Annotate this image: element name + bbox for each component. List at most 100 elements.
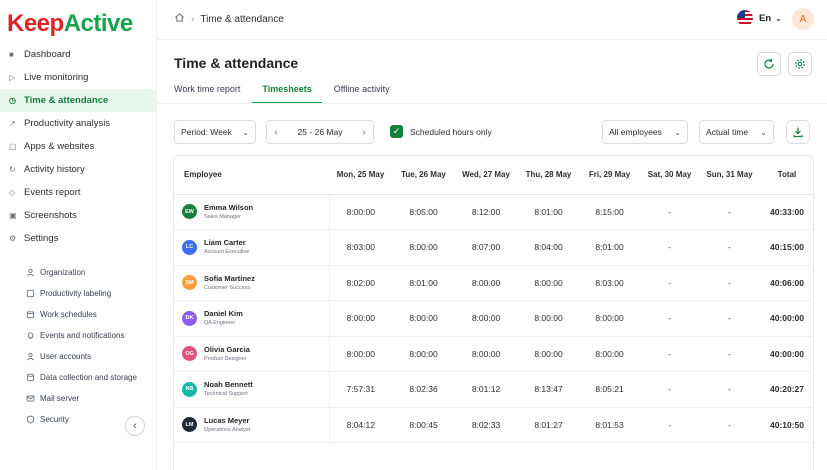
employee-cell: LM Lucas Meyer Operations Analyst [174,407,330,443]
sidebar-item-screenshots[interactable]: ▣ Screenshots [0,204,156,227]
employee-name[interactable]: Liam Carter [204,238,249,248]
settings-item-events-and-notifications[interactable]: Events and notifications [0,325,156,346]
bell-icon [26,331,40,340]
employee-name[interactable]: Noah Bennett [204,380,253,390]
employee-name[interactable]: Olivia Garcia [204,345,250,355]
chevron-down-icon: ⌄ [674,127,681,137]
user-avatar[interactable]: A [792,8,814,30]
tab-timesheets[interactable]: Timesheets [252,79,322,104]
sidebar-item-label: Apps & websites [24,141,95,152]
settings-item-mail-server[interactable]: Mail server [0,388,156,409]
sidebar-item-label: Productivity analysis [24,118,111,129]
employee-text: Noah Bennett Technical Support [204,380,253,398]
total-cell: 40:20:27 [759,371,813,408]
time-cell: 8:00:00 [392,336,455,372]
chevron-down-icon: ⌄ [775,13,782,23]
settings-item-productivity-labeling[interactable]: Productivity labeling [0,283,156,304]
next-range-button[interactable]: › [355,127,373,138]
refresh-button[interactable] [757,52,781,76]
sidebar-item-label: Dashboard [24,49,71,60]
time-cell: 8:01:00 [580,229,639,266]
time-attendance-icon: ◷ [9,96,16,105]
employees-select-value: All employees [609,127,662,137]
table-row[interactable]: LM Lucas Meyer Operations Analyst 8:04:12 8:… [174,407,813,443]
settings-button[interactable] [788,52,812,76]
employee-cell: DK Daniel Kim QA Engineer [174,300,330,337]
download-button[interactable] [786,120,810,144]
settings-item-work-schedules[interactable]: Work schedules [0,304,156,325]
time-cell: - [700,194,759,230]
tab-work-time-report[interactable]: Work time report [174,79,240,104]
collapse-sidebar-button[interactable]: ‹ [125,416,145,436]
mail-icon [26,394,40,403]
time-cell: 8:13:47 [517,371,580,408]
table-row[interactable]: OG Olivia Garcia Product Designer 8:00:00 8:… [174,336,813,372]
chevron-down-icon: ⌄ [760,127,767,137]
column-header: Tue, 26 May [392,156,455,195]
time-cell: 8:05:21 [580,371,639,408]
sidebar-item-dashboard[interactable]: ■ Dashboard [0,43,156,66]
prev-range-button[interactable]: ‹ [267,127,285,138]
breadcrumb-current: Time & attendance [200,13,284,25]
sidebar-item-events-report[interactable]: ◇ Events report [0,181,156,204]
settings-item-label: Mail server [40,394,80,403]
time-cell: - [700,371,759,408]
sidebar-item-time-attendance[interactable]: ◷ Time & attendance [0,89,156,112]
settings-item-user-accounts[interactable]: User accounts [0,346,156,367]
time-cell: 8:04:12 [329,407,392,443]
employee-name[interactable]: Daniel Kim [204,309,243,319]
productivity-analysis-icon: ↗ [9,119,16,128]
chevron-down-icon: ⌄ [242,127,249,137]
settings-item-label: Organization [40,268,86,277]
employee-avatar: NB [182,381,197,397]
sidebar-item-label: Activity history [24,164,85,175]
time-mode-select[interactable]: Actual time ⌄ [699,120,774,144]
scheduled-hours-checkbox[interactable]: ✓ Scheduled hours only [390,125,492,138]
sidebar-item-live-monitoring[interactable]: ▷ Live monitoring [0,66,156,89]
time-cell: 8:02:36 [392,371,455,408]
time-cell: 8:05:00 [392,194,455,230]
employee-cell: NB Noah Bennett Technical Support [174,371,330,408]
settings-item-data-collection-and-storage[interactable]: Data collection and storage [0,367,156,388]
time-cell: - [639,407,700,443]
calendar-icon [26,310,40,319]
dashboard-icon: ■ [9,50,14,59]
time-cell: 8:00:00 [329,300,392,337]
time-cell: - [639,229,700,266]
tabs-divider [157,103,827,104]
total-cell: 40:15:00 [759,229,813,266]
logo[interactable]: KeepActive [7,10,133,38]
sidebar-item-label: Time & attendance [24,95,109,106]
sidebar-item-apps-websites[interactable]: ▢ Apps & websites [0,135,156,158]
employees-select[interactable]: All employees ⌄ [602,120,688,144]
table-row[interactable]: DK Daniel Kim QA Engineer 8:00:00 8:00:00 8:0… [174,300,813,337]
tab-offline-activity[interactable]: Offline activity [334,79,390,104]
period-select[interactable]: Period: Week ⌄ [174,120,256,144]
page-title: Time & attendance [174,55,299,71]
employee-cell: OG Olivia Garcia Product Designer [174,336,330,372]
language-selector[interactable]: En ⌄ [737,10,782,26]
sidebar-item-settings[interactable]: ⚙ Settings [0,227,156,250]
sidebar-item-activity-history[interactable]: ↻ Activity history [0,158,156,181]
range-end: 26 May [314,127,343,137]
employee-name[interactable]: Sofia Martinez [204,274,255,284]
range-separator: - [309,127,313,137]
employee-name[interactable]: Lucas Meyer [204,416,250,426]
table-row[interactable]: SM Sofia Martinez Customer Success 8:02:00 8… [174,265,813,301]
table-row[interactable]: NB Noah Bennett Technical Support 7:57:31 8:… [174,371,813,408]
table-row[interactable]: LC Liam Carter Account Executive 8:03:00 8:0… [174,229,813,266]
settings-item-organization[interactable]: Organization [0,262,156,283]
date-range-text[interactable]: 25 - 26 May [285,127,355,137]
tabs: Work time report Timesheets Offline activi… [174,79,412,104]
time-cell: - [700,300,759,337]
home-icon[interactable] [174,12,185,26]
employee-name[interactable]: Emma Wilson [204,203,253,213]
employee-text: Lucas Meyer Operations Analyst [204,416,250,434]
table-row[interactable]: EW Emma Wilson Sales Manager 8:00:00 8:05:00… [174,194,813,230]
sidebar-item-productivity-analysis[interactable]: ↗ Productivity analysis [0,112,156,135]
employee-info: LM Lucas Meyer Operations Analyst [182,416,329,434]
period-select-value: Period: Week [181,127,232,137]
employee-role: QA Engineer [204,320,236,327]
settings-item-label: User accounts [40,352,92,361]
employee-info: NB Noah Bennett Technical Support [182,380,329,398]
